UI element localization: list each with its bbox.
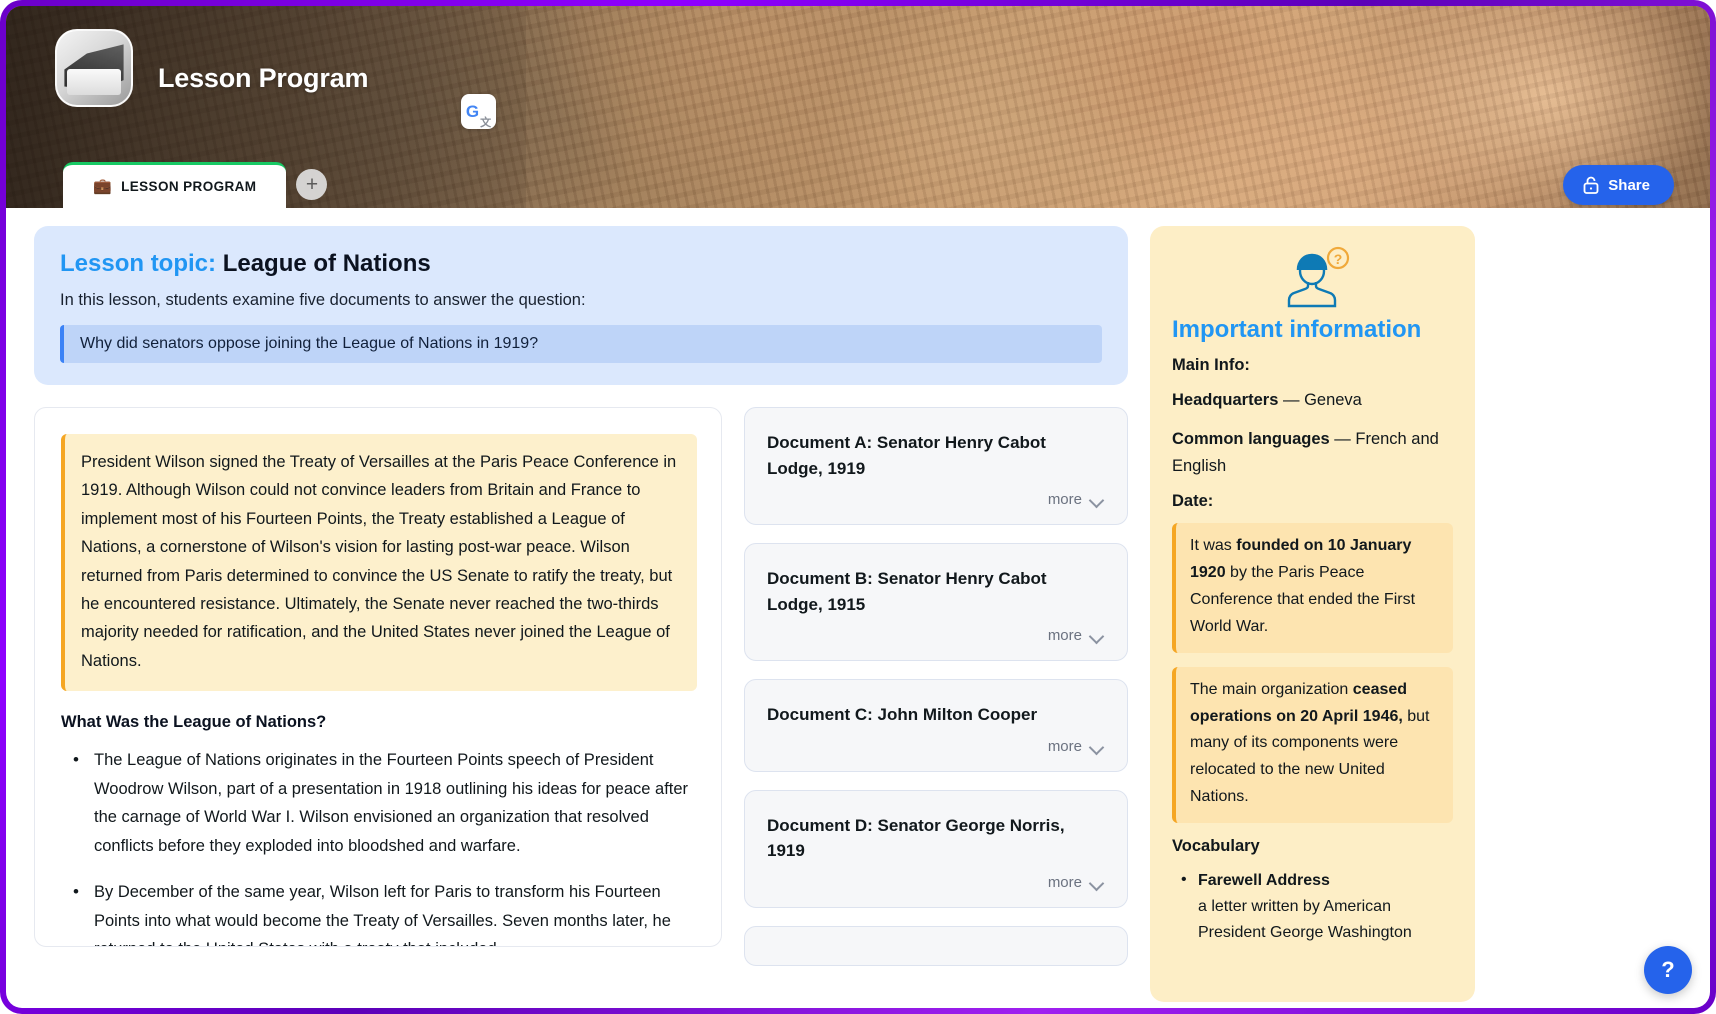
chevron-down-icon	[1090, 878, 1105, 887]
article-panel: President Wilson signed the Treaty of Ve…	[34, 407, 722, 947]
info-callout-founded: It was founded on 10 January 1920 by the…	[1172, 523, 1453, 653]
lesson-topic-title: League of Nations	[222, 250, 431, 277]
lesson-topic-heading: Lesson topic: League of Nations	[60, 250, 1102, 278]
add-tab-button[interactable]: +	[296, 169, 328, 200]
tab-bar: 💼 LESSON PROGRAM +	[63, 162, 328, 208]
share-label: Share	[1608, 176, 1650, 194]
document-title: Document D: Senator George Norris, 1919	[767, 815, 1065, 861]
list-item: Farewell Address a letter written by Ame…	[1172, 867, 1453, 947]
document-title: Document A: Senator Henry Cabot Lodge, 1…	[767, 433, 1046, 478]
document-title: Document C: John Milton Cooper	[767, 705, 1038, 724]
briefcase-icon: 💼	[93, 178, 113, 195]
lesson-question: Why did senators oppose joining the Leag…	[60, 325, 1102, 363]
fact-languages: Common languages — French and English	[1172, 426, 1453, 480]
callout-pre: It was	[1190, 537, 1237, 555]
info-callout-ceased: The main organization ceased operations …	[1172, 666, 1453, 824]
tab-lesson-program[interactable]: 💼 LESSON PROGRAM	[63, 162, 287, 208]
chevron-down-icon	[1090, 495, 1105, 504]
share-button[interactable]: Share	[1563, 165, 1674, 205]
unlock-icon	[1583, 176, 1599, 194]
fact-term: Headquarters	[1172, 391, 1279, 409]
vocabulary-list: Farewell Address a letter written by Ame…	[1172, 867, 1453, 947]
question-mark-icon: ?	[1661, 957, 1675, 982]
main-content: Lesson topic: League of Nations In this …	[6, 208, 1710, 1008]
app-logo	[55, 29, 133, 107]
vocabulary-term: Farewell Address	[1198, 872, 1330, 890]
left-column: Lesson topic: League of Nations In this …	[34, 226, 1128, 1008]
google-translate-icon[interactable]: G 文	[461, 94, 496, 129]
translate-a-glyph: 文	[480, 117, 492, 129]
article-callout-text: President Wilson signed the Treaty of Ve…	[81, 453, 677, 670]
document-more-toggle[interactable]: more	[767, 481, 1105, 516]
tab-label: LESSON PROGRAM	[121, 178, 257, 194]
more-label: more	[1047, 491, 1082, 508]
svg-text:?: ?	[1333, 251, 1342, 267]
document-more-toggle[interactable]: more	[767, 617, 1105, 652]
info-panel-title: Important information	[1172, 316, 1422, 343]
document-card-b[interactable]: Document B: Senator Henry Cabot Lodge, 1…	[744, 543, 1128, 661]
document-more-toggle[interactable]: more	[767, 728, 1105, 763]
student-question-icon: ?	[1172, 246, 1453, 310]
important-information-panel: ? Important information Main Info: Headq…	[1150, 226, 1475, 1002]
vocabulary-definition: a letter written by American President G…	[1198, 898, 1412, 942]
document-card-a[interactable]: Document A: Senator Henry Cabot Lodge, 1…	[744, 407, 1128, 525]
list-item: By December of the same year, Wilson lef…	[61, 877, 697, 946]
more-label: more	[1047, 737, 1082, 755]
vocabulary-label: Vocabulary	[1172, 837, 1260, 856]
document-more-toggle[interactable]: more	[767, 864, 1105, 899]
help-button[interactable]: ?	[1644, 946, 1692, 994]
header-banner: Lesson Program G 文 💼 LESSON PROGRAM + Sh	[6, 6, 1710, 208]
list-item: The League of Nations originates in the …	[61, 745, 697, 861]
lesson-topic-subtitle: In this lesson, students examine five do…	[60, 291, 586, 309]
document-card-e[interactable]	[744, 925, 1128, 966]
document-card-d[interactable]: Document D: Senator George Norris, 1919 …	[744, 789, 1128, 908]
translate-g-glyph: G	[465, 102, 480, 121]
window-frame: Lesson Program G 文 💼 LESSON PROGRAM + Sh	[0, 0, 1716, 1014]
fact-term: Common languages	[1172, 430, 1330, 449]
document-card-c[interactable]: Document C: John Milton Cooper more	[744, 679, 1128, 772]
fact-dash: —	[1334, 430, 1351, 449]
page-title: Lesson Program	[158, 63, 369, 93]
lesson-topic-label: Lesson topic:	[60, 250, 217, 277]
main-info-label: Main Info:	[1172, 356, 1250, 374]
article-callout: President Wilson signed the Treaty of Ve…	[61, 434, 697, 691]
document-title: Document B: Senator Henry Cabot Lodge, 1…	[767, 569, 1047, 614]
lesson-topic-card: Lesson topic: League of Nations In this …	[34, 226, 1128, 385]
right-column: ? Important information Main Info: Headq…	[1150, 226, 1475, 1008]
document-list: Document A: Senator Henry Cabot Lodge, 1…	[744, 407, 1128, 966]
callout-pre: The main organization	[1190, 680, 1353, 698]
date-label: Date:	[1172, 492, 1214, 511]
fact-value: Geneva	[1304, 391, 1362, 409]
article-section-title: What Was the League of Nations?	[61, 713, 327, 731]
fact-headquarters: Headquarters — Geneva	[1172, 387, 1453, 414]
chevron-down-icon	[1090, 742, 1105, 751]
more-label: more	[1047, 627, 1082, 644]
more-label: more	[1047, 873, 1082, 891]
article-bullet-list: The League of Nations originates in the …	[61, 745, 697, 946]
content-row: President Wilson signed the Treaty of Ve…	[34, 407, 1128, 966]
fact-dash: —	[1282, 391, 1300, 409]
app-screen: Lesson Program G 文 💼 LESSON PROGRAM + Sh	[6, 6, 1710, 1008]
chevron-down-icon	[1090, 631, 1105, 640]
